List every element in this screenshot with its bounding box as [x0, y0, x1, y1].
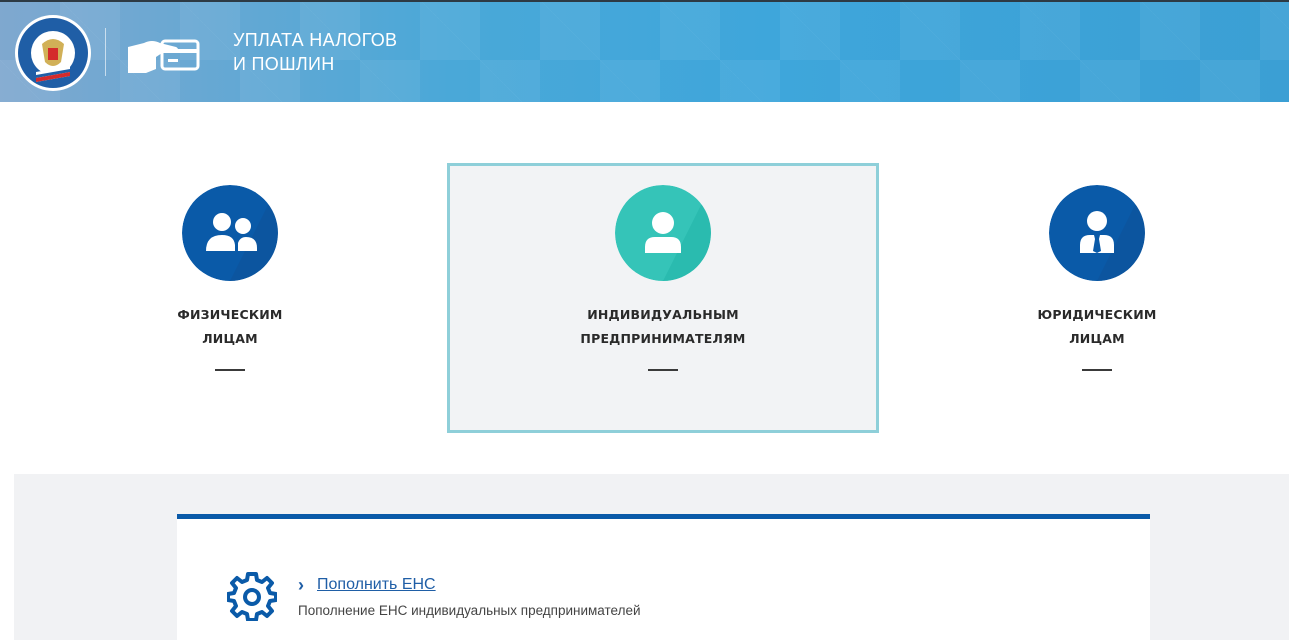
header-top-line [0, 0, 1289, 2]
header-title: УПЛАТА НАЛОГОВ И ПОШЛИН [233, 28, 433, 76]
replenish-ens-link[interactable]: Пополнить ЕНС [317, 575, 436, 595]
service-description: Пополнение ЕНС индивидуальных предприним… [298, 603, 641, 618]
category-entrepreneurs[interactable]: ИНДИВИДУАЛЬНЫМ ПРЕДПРИНИМАТЕЛЯМ [447, 163, 879, 433]
category-dash [215, 369, 245, 371]
card-payment-icon [128, 39, 200, 73]
category-dash [648, 369, 678, 371]
category-label: ЮРИДИЧЕСКИМ ЛИЦАМ [881, 303, 1289, 351]
category-label-line2: ПРЕДПРИНИМАТЕЛЯМ [580, 331, 746, 346]
chevron-right-icon: › [298, 575, 304, 595]
category-dash [1082, 369, 1112, 371]
category-label-line1: ФИЗИЧЕСКИМ [177, 307, 283, 322]
site-header: УПЛАТА НАЛОГОВ И ПОШЛИН [0, 0, 1289, 102]
service-card: › Пополнить ЕНС Пополнение ЕНС индивидуа… [177, 514, 1150, 640]
category-label: ИНДИВИДУАЛЬНЫМ ПРЕДПРИНИМАТЕЛЯМ [450, 303, 876, 351]
category-label-line1: ЮРИДИЧЕСКИМ [1037, 307, 1157, 322]
person-tie-icon [1049, 185, 1145, 281]
category-label-line1: ИНДИВИДУАЛЬНЫМ [587, 307, 739, 322]
header-divider [105, 28, 106, 76]
gear-icon [227, 572, 277, 621]
category-label-line2: ЛИЦАМ [1069, 331, 1125, 346]
category-label-line2: ЛИЦАМ [202, 331, 258, 346]
header-title-line2: И ПОШЛИН [233, 54, 335, 74]
category-label: ФИЗИЧЕСКИМ ЛИЦАМ [14, 303, 446, 351]
category-legal-entities[interactable]: ЮРИДИЧЕСКИМ ЛИЦАМ [881, 163, 1289, 433]
person-icon [615, 185, 711, 281]
two-persons-icon [182, 185, 278, 281]
fns-emblem-icon[interactable] [14, 14, 92, 92]
header-title-line1: УПЛАТА НАЛОГОВ [233, 30, 398, 50]
category-individuals[interactable]: ФИЗИЧЕСКИМ ЛИЦАМ [14, 163, 446, 433]
